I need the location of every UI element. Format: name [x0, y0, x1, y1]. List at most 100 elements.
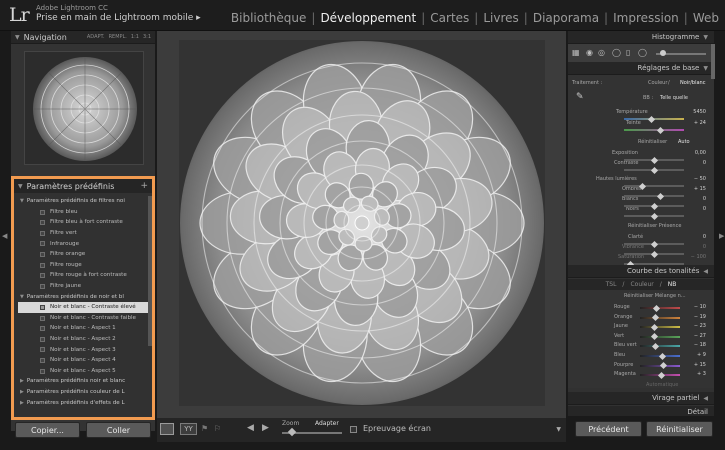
adjustment-slider-knob[interactable] — [650, 250, 659, 258]
zoom-slider-knob[interactable] — [287, 427, 297, 437]
module-library[interactable]: Bibliothèque — [231, 11, 307, 25]
disclosure-triangle-icon[interactable]: ▼ — [703, 65, 708, 72]
bw-mix-slider[interactable] — [640, 326, 680, 329]
adjustment-slider-knob[interactable] — [656, 192, 665, 200]
zoom-option-fit[interactable]: ADAPT. — [87, 34, 105, 40]
preset-folder[interactable]: ▶ Paramètres prédéfinis noir et blanc — [18, 376, 150, 387]
presence-reset[interactable]: Réinitialiser Présence — [628, 223, 681, 229]
navigator-preview[interactable] — [24, 51, 144, 165]
loupe-view-button[interactable] — [160, 423, 174, 435]
preset-item[interactable]: Noir et blanc - Aspect 2 — [18, 334, 150, 345]
adjustment-slider-knob[interactable] — [650, 156, 659, 164]
saturation-value[interactable]: − 100 — [684, 254, 706, 260]
bw-mix-slider[interactable] — [640, 345, 680, 348]
disclosure-triangle-icon[interactable]: ◀ — [703, 268, 708, 275]
preset-item[interactable]: Filtre bleu à fort contraste — [18, 217, 150, 228]
zoom-option-fill[interactable]: REMPL. — [109, 34, 127, 40]
bw-mix-slider-knob[interactable] — [652, 304, 661, 312]
adjustment-slider-knob[interactable] — [638, 182, 647, 190]
bw-mix-slider-knob[interactable] — [659, 352, 667, 360]
bw-mix-auto[interactable]: Automatique — [646, 382, 678, 388]
bw-mix-slider-knob[interactable] — [660, 362, 668, 370]
graduated-filter-icon[interactable]: ▯ — [626, 48, 630, 57]
softproof-checkbox[interactable] — [350, 426, 357, 433]
preset-item[interactable]: Infrarouge — [18, 238, 150, 249]
disclosure-triangle-icon[interactable]: ◀ — [703, 395, 708, 402]
wb-slider-knob[interactable] — [647, 115, 656, 123]
preset-item[interactable]: Filtre rouge — [18, 260, 150, 271]
adjustment-slider-knob[interactable] — [650, 202, 659, 210]
before-after-button[interactable]: YY — [180, 423, 197, 435]
module-slideshow[interactable]: Diaporama — [533, 11, 599, 25]
bw-mix-reset[interactable]: Réinitialiser Mélange n... — [624, 293, 686, 299]
bw-mix-value[interactable]: − 19 — [684, 314, 706, 320]
copy-button[interactable]: Copier... — [15, 422, 80, 438]
add-preset-icon[interactable]: + — [140, 181, 148, 191]
disclosure-triangle-icon[interactable]: ▼ — [15, 34, 20, 41]
highlights-value[interactable]: − 50 — [684, 176, 706, 182]
bw-mix-slider-knob[interactable] — [651, 323, 659, 331]
module-develop[interactable]: Développement — [320, 11, 416, 25]
bw-mix-value[interactable]: − 27 — [684, 333, 706, 339]
preset-folder[interactable]: ▼ Paramètres prédéfinis de filtres noi — [18, 196, 150, 207]
blacks-value[interactable]: 0 — [684, 206, 706, 212]
crop-icon[interactable]: ◉ — [586, 48, 593, 57]
basic-header[interactable]: Réglages de base ▼ — [568, 62, 714, 75]
previous-button[interactable]: Précédent — [575, 421, 642, 437]
preset-item[interactable]: Noir et blanc - Aspect 4 — [18, 355, 150, 366]
paste-button[interactable]: Coller — [86, 422, 151, 438]
bw-mix-slider-knob[interactable] — [652, 314, 660, 322]
tab-bw[interactable]: NB — [668, 281, 677, 288]
disclosure-triangle-icon[interactable]: ▼ — [703, 34, 708, 41]
photo-canvas[interactable] — [179, 40, 545, 406]
tone-auto[interactable]: Auto — [678, 139, 690, 145]
arrow-right-icon[interactable]: ▶ — [262, 423, 269, 433]
flag-icon[interactable]: ⚑ — [201, 424, 208, 433]
tone-curve-header[interactable]: Courbe des tonalités ◀ — [568, 265, 714, 278]
navigator-header[interactable]: ▼ Navigation ADAPT. REMPL. 1:1 3:1 — [11, 31, 155, 44]
preset-item[interactable]: Filtre bleu — [18, 207, 150, 218]
presets-scrollbar[interactable] — [148, 196, 152, 346]
bw-mix-value[interactable]: + 9 — [684, 352, 706, 358]
treatment-color[interactable]: Couleur — [648, 80, 667, 86]
adjustment-slider[interactable] — [624, 195, 684, 197]
tone-reset[interactable]: Réinitialiser — [638, 139, 667, 145]
module-print[interactable]: Impression — [613, 11, 679, 25]
preset-item[interactable]: Noir et blanc - Aspect 1 — [18, 323, 150, 334]
clarity-value[interactable]: 0 — [684, 234, 706, 240]
preset-folder[interactable]: ▶ Paramètres prédéfinis couleur de L — [18, 387, 150, 398]
toolbar-menu-icon[interactable]: ▼ — [556, 426, 561, 433]
adjustment-slider-knob[interactable] — [650, 212, 659, 220]
eyedropper-icon[interactable]: ✎ — [576, 92, 584, 102]
bw-mix-value[interactable]: − 18 — [684, 342, 706, 348]
arrow-left-icon[interactable]: ◀ — [247, 423, 254, 433]
tint-value[interactable]: + 24 — [684, 120, 706, 126]
exposure-value[interactable]: 0,00 — [684, 150, 706, 156]
preset-item[interactable]: Noir et blanc - Aspect 5 — [18, 366, 150, 377]
tint-slider[interactable] — [624, 129, 684, 131]
tab-color[interactable]: Couleur — [630, 281, 653, 288]
contrast-value[interactable]: 0 — [684, 160, 706, 166]
whites-value[interactable]: 0 — [684, 196, 706, 202]
preset-item[interactable]: Filtre jaune — [18, 281, 150, 292]
wb-slider-knob[interactable] — [656, 126, 665, 134]
presets-header[interactable]: ▼ Paramètres prédéfinis + — [14, 179, 152, 193]
preset-item[interactable]: Noir et blanc - Aspect 3 — [18, 344, 150, 355]
preset-folder[interactable]: ▼ Paramètres prédéfinis de noir et bl — [18, 291, 150, 302]
bw-mix-value[interactable]: − 23 — [684, 323, 706, 329]
tool-slider-knob[interactable] — [660, 50, 666, 56]
reset-button[interactable]: Réinitialiser — [646, 421, 713, 437]
bw-mix-value[interactable]: + 3 — [684, 371, 706, 377]
preset-item[interactable]: Noir et blanc - Contraste faible — [18, 313, 150, 324]
preset-item[interactable]: Filtre orange — [18, 249, 150, 260]
disclosure-triangle-icon[interactable]: ▼ — [18, 183, 23, 190]
bw-mix-slider-knob[interactable] — [657, 371, 665, 379]
shadows-value[interactable]: + 15 — [684, 186, 706, 192]
wb-value[interactable]: Telle quelle — [660, 95, 688, 101]
right-panel-scrollbar[interactable] — [711, 44, 715, 79]
collapse-right-panel-icon[interactable]: ▶ — [719, 232, 724, 240]
bw-mix-slider-knob[interactable] — [652, 342, 660, 350]
adjustment-slider-knob[interactable] — [650, 166, 659, 174]
temp-value[interactable]: 5450 — [684, 109, 706, 115]
tab-hsl[interactable]: TSL — [606, 281, 617, 288]
